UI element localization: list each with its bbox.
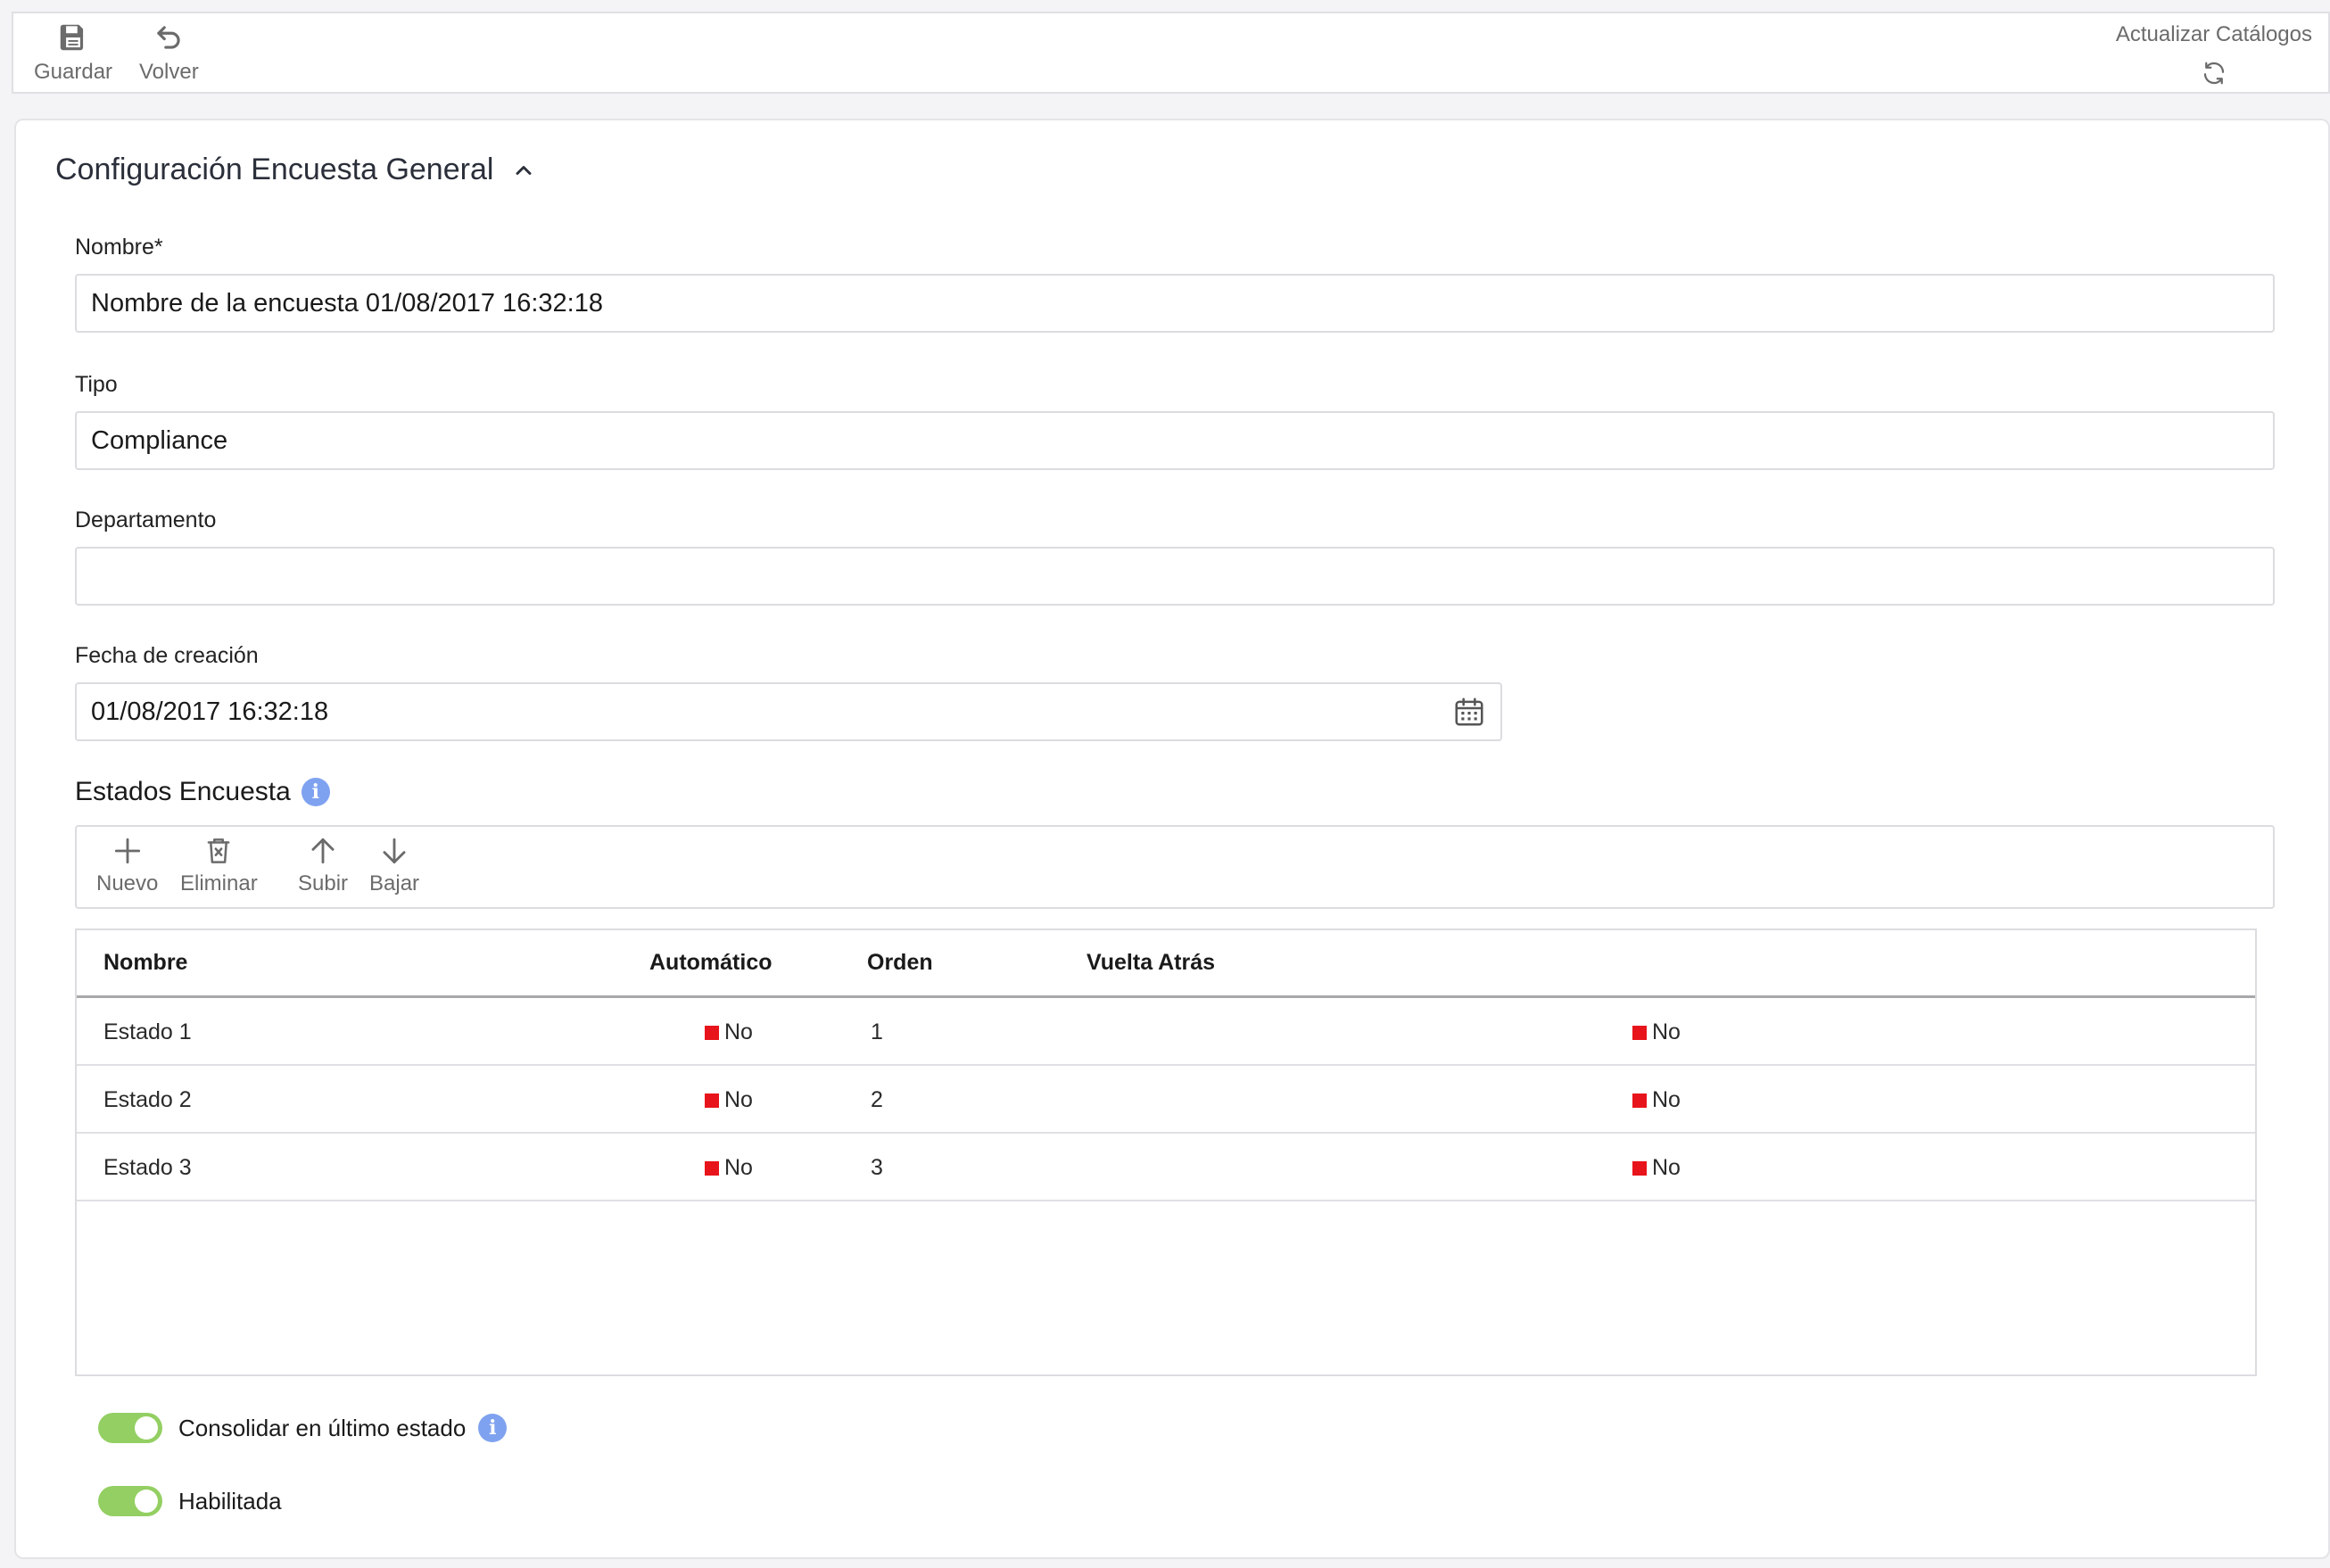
info-icon[interactable]: i [478,1414,508,1442]
cell-nombre: Estado 2 [103,1087,192,1112]
trash-icon [207,838,230,863]
table-header: Nombre Automático Orden Vuelta Atrás [77,930,2255,998]
table-row[interactable]: Estado 1 No 1 No [77,998,2255,1066]
table-row[interactable]: Estado 3 No 3 No [77,1134,2255,1201]
cell-vuelta-atras-value: No [1652,1155,1681,1180]
departamento-input[interactable] [75,547,2275,606]
floppy-disk-icon [60,24,84,51]
undo-icon [157,26,180,49]
cell-automatico-value: No [724,1019,753,1044]
plus-icon [114,838,140,864]
new-state-label: Nuevo [96,871,159,895]
calendar-icon[interactable] [1452,695,1486,729]
cell-orden: 1 [871,1019,883,1044]
new-state-button[interactable]: Nuevo [96,834,158,896]
fecha-label: Fecha de creación [75,643,259,668]
cell-vuelta-atras-value: No [1652,1019,1681,1044]
estados-toolbar: Nuevo Eliminar Subir Bajar [75,825,2275,909]
nombre-input[interactable]: Nombre de la encuesta 01/08/2017 16:32:1… [75,274,2275,333]
move-up-label: Subir [298,871,349,895]
arrow-up-icon [311,838,335,864]
status-no-marker [705,1025,719,1040]
move-up-button[interactable]: Subir [298,834,348,896]
back-label: Volver [139,60,199,84]
column-header-automatico[interactable]: Automático [649,950,773,976]
estados-table: Nombre Automático Orden Vuelta Atrás Est… [75,928,2257,1376]
estados-title: Estados Encuesta [75,777,291,806]
status-no-marker [1632,1093,1647,1108]
habilitada-toggle-row: Habilitada [98,1486,282,1516]
fecha-input[interactable]: 01/08/2017 16:32:18 [75,682,1502,741]
cell-vuelta-atras-value: No [1652,1087,1681,1112]
tipo-value: Compliance [91,425,228,455]
chevron-up-icon[interactable] [511,158,536,183]
move-down-button[interactable]: Bajar [369,834,419,896]
back-button[interactable]: Volver [139,21,199,85]
fecha-value: 01/08/2017 16:32:18 [91,697,329,726]
cell-vuelta-atras: No [1632,1087,1681,1113]
panel-header: Configuración Encuesta General [55,153,536,187]
status-no-marker [705,1093,719,1108]
cell-nombre: Estado 1 [103,1019,192,1044]
cell-orden: 3 [871,1155,883,1180]
delete-state-label: Eliminar [180,871,258,895]
info-icon[interactable]: i [301,778,330,806]
cell-automatico: No [705,1155,753,1181]
cell-automatico-value: No [724,1087,753,1112]
table-row[interactable]: Estado 2 No 2 No [77,1066,2255,1134]
consolidar-toggle-row: Consolidar en último estado i [98,1413,508,1443]
nombre-label: Nombre* [75,235,163,260]
save-button[interactable]: Guardar [34,21,112,85]
status-no-marker [1632,1025,1647,1040]
cell-vuelta-atras: No [1632,1019,1681,1045]
habilitada-toggle[interactable] [98,1486,162,1516]
refresh-catalogs-label: Actualizar Catálogos [2115,22,2312,46]
cell-vuelta-atras: No [1632,1155,1681,1181]
tipo-select[interactable]: Compliance [75,411,2275,470]
delete-state-button[interactable]: Eliminar [180,834,258,896]
column-header-orden[interactable]: Orden [867,950,933,976]
cell-automatico-value: No [724,1155,753,1180]
save-label: Guardar [34,60,113,84]
nombre-value: Nombre de la encuesta 01/08/2017 16:32:1… [91,288,603,318]
arrow-down-icon [383,838,406,864]
refresh-catalogs-button[interactable]: Actualizar Catálogos [2116,22,2312,87]
tipo-label: Tipo [75,372,118,397]
departamento-label: Departamento [75,508,217,532]
consolidar-toggle[interactable] [98,1413,162,1443]
habilitada-label: Habilitada [178,1487,282,1514]
survey-config-panel: Configuración Encuesta General Nombre* N… [14,119,2330,1559]
cell-orden: 2 [871,1087,883,1112]
column-header-vuelta-atras[interactable]: Vuelta Atrás [1087,950,1215,976]
status-no-marker [705,1160,719,1176]
estados-section-title: Estados Encuesta i [75,777,330,807]
cell-automatico: No [705,1087,753,1113]
status-no-marker [1632,1160,1647,1176]
consolidar-label: Consolidar en último estado [178,1414,467,1441]
cell-nombre: Estado 3 [103,1155,192,1180]
refresh-icon [2203,62,2225,85]
move-down-label: Bajar [369,871,420,895]
top-toolbar: Guardar Volver Actualizar Catálogos [12,12,2330,94]
cell-automatico: No [705,1019,753,1045]
column-header-nombre[interactable]: Nombre [103,950,187,976]
panel-title: Configuración Encuesta General [55,153,494,186]
